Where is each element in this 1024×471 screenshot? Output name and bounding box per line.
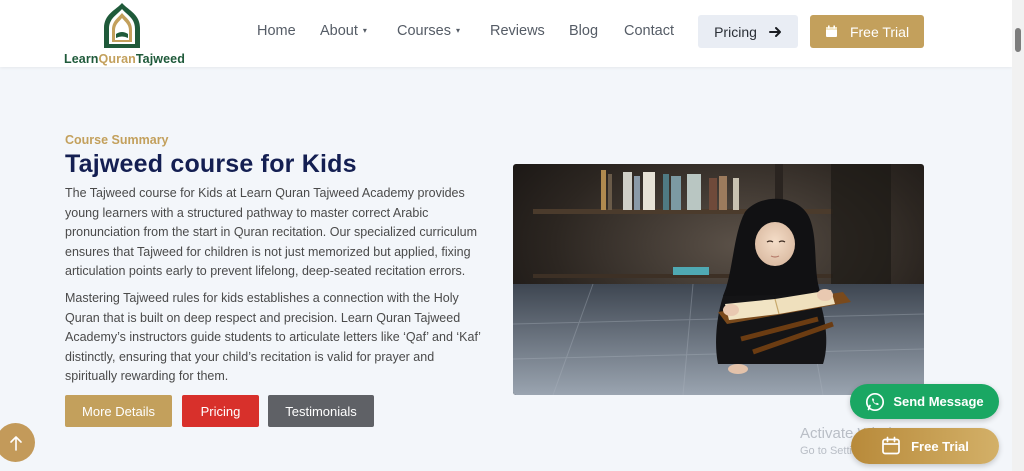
nav-reviews[interactable]: Reviews [490,23,545,39]
floating-free-trial-button[interactable]: Free Trial [851,428,999,464]
logo-wordmark: LearnQuranTajweed [64,52,185,66]
course-summary-eyebrow: Course Summary [65,133,169,147]
pricing-button[interactable]: Pricing [182,395,259,427]
floating-free-trial-label: Free Trial [911,438,969,454]
chevron-down-icon: ▾ [456,26,461,35]
child-reading-quran-image [513,164,924,395]
logo-word-learn: Learn [64,52,99,66]
testimonials-button[interactable]: Testimonials [268,395,374,427]
nav-about[interactable]: About ▾ [320,23,367,39]
more-details-button[interactable]: More Details [65,395,172,427]
nav-blog[interactable]: Blog [569,23,598,39]
whatsapp-send-message-button[interactable]: Send Message [850,384,999,419]
header-free-trial-button[interactable]: Free Trial [810,15,924,48]
calendar-icon [882,436,900,455]
whatsapp-label: Send Message [893,394,984,409]
header-free-trial-label: Free Trial [849,23,910,40]
whatsapp-icon [866,392,885,411]
page-scrollbar[interactable] [1012,0,1024,471]
site-logo[interactable]: LearnQuranTajweed [64,2,185,66]
nav-home[interactable]: Home [257,23,296,39]
calendar-icon [825,25,837,37]
page-title: Tajweed course for Kids [65,150,357,178]
logo-word-tajweed: Tajweed [135,52,185,66]
scrollbar-thumb[interactable] [1015,28,1021,52]
course-paragraph-2: Mastering Tajweed rules for kids establi… [65,291,481,383]
nav-contact[interactable]: Contact [624,23,674,39]
arrow-up-icon [9,435,22,451]
chevron-down-icon: ▾ [362,26,367,35]
logo-word-quran: Quran [98,52,136,66]
header-pricing-button[interactable]: Pricing [698,15,798,48]
nav-about-label: About [320,23,358,39]
scroll-to-top-button[interactable] [0,423,35,462]
mosque-dome-icon [104,3,140,48]
site-header: LearnQuranTajweed Home About ▾ Courses ▾ R… [0,0,1012,67]
course-paragraph-1: The Tajweed course for Kids at Learn Qur… [65,186,477,278]
header-pricing-label: Pricing [714,23,757,40]
nav-courses[interactable]: Courses ▾ [397,23,460,39]
nav-courses-label: Courses [397,23,451,39]
arrow-right-icon [768,26,781,37]
